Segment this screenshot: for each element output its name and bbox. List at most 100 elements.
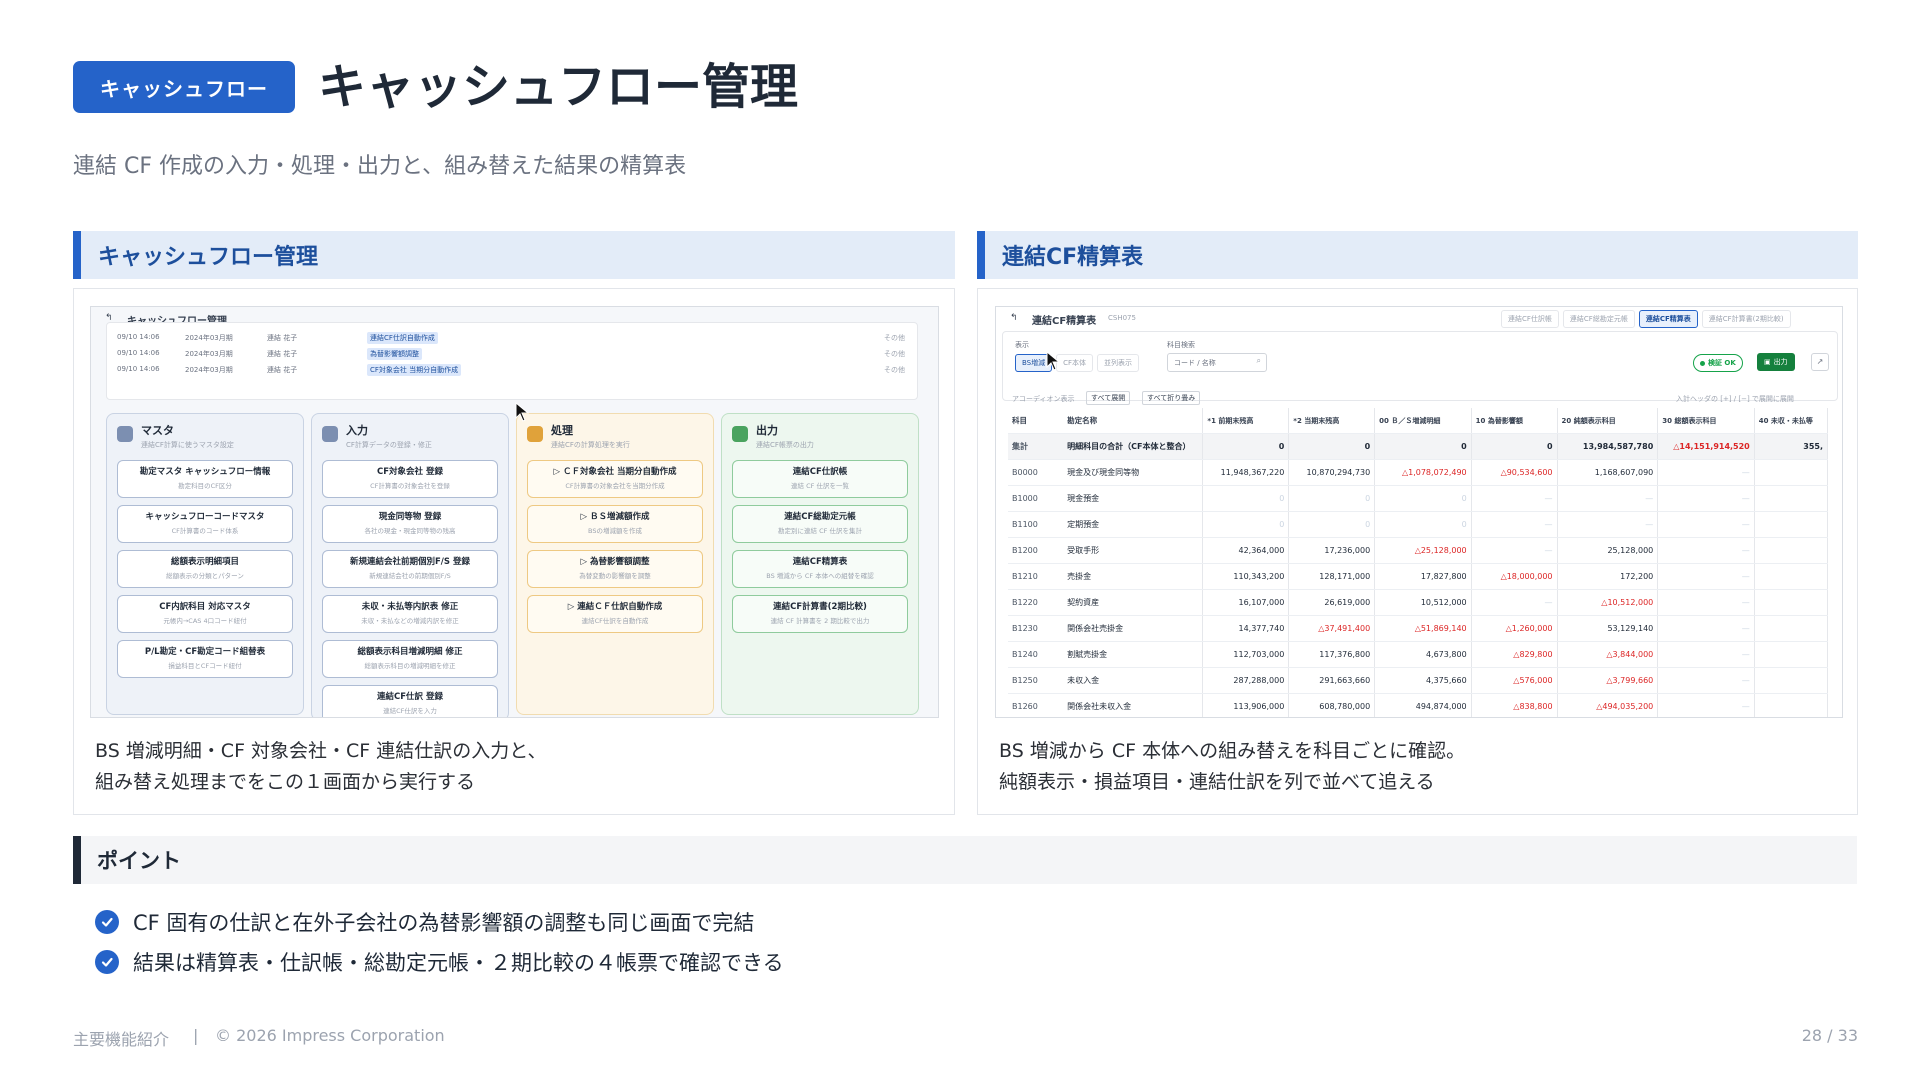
- amount-cell: —: [1657, 667, 1755, 694]
- menu-button[interactable]: ▷ 為替影響額調整 為替変動の影響額を調整: [527, 550, 703, 588]
- amount-cell: [1754, 693, 1829, 717]
- account-name: 明細科目の合計（CF本体と整合）: [1063, 433, 1204, 460]
- menu-button[interactable]: 総額表示明細項目 総額表示の分類とパターン: [117, 550, 293, 588]
- expand-all-button[interactable]: すべて展開: [1086, 391, 1131, 405]
- display-option[interactable]: CF本体: [1056, 354, 1094, 372]
- amount-cell: 16,107,000: [1202, 589, 1290, 616]
- table-row: B1260 関係会社未収入金 113,906,000 608,780,000 494,8…: [1008, 693, 1829, 717]
- amount-cell: △18,000,000: [1471, 563, 1558, 590]
- right-section-heading: 連結CF精算表: [977, 231, 1858, 279]
- menu-button[interactable]: ▷ 連結ＣＦ仕訳自動作成 連結CF仕訳を自動作成: [527, 595, 703, 633]
- menu-button[interactable]: P/L勘定・CF勘定コード組替表 損益科目とCFコード紐付: [117, 640, 293, 678]
- column-header: 30 総額表示科目: [1657, 408, 1755, 434]
- log-cell: 2024年03月期: [185, 334, 233, 342]
- menu-button-sub: 各社の現金・現金同等物の残高: [364, 527, 456, 535]
- section-badge: キャッシュフロー: [73, 61, 295, 113]
- account-code: B1000: [1008, 485, 1064, 512]
- log-action-tag: 連結CF仕訳自動作成: [367, 332, 438, 344]
- amount-cell: △14,151,914,520: [1657, 433, 1755, 460]
- amount-cell: —: [1657, 537, 1755, 564]
- panel-column-2: 入力 CF計算データの登録・修正 CF対象会社 登録 CF計算書の対象会社を登録 現金同…: [311, 413, 509, 717]
- menu-button[interactable]: 未収・未払等内訳表 修正 未収・未払などの増減内訳を修正: [322, 595, 498, 633]
- account-code: B1100: [1008, 511, 1064, 538]
- cf-worksheet-screenshot: ↰ 連結CF精算表 CSH075 連結CF仕訳帳 連結CF総勘定元帳 連結CF精算表…: [995, 306, 1843, 718]
- export-button[interactable]: ▣ 出力: [1757, 353, 1795, 371]
- menu-button-label: ▷ ＢＳ増減額作成: [580, 512, 650, 522]
- menu-button-label: ▷ ＣＦ対象会社 当期分自動作成: [553, 467, 677, 477]
- amount-cell: 355,: [1754, 433, 1829, 460]
- amount-cell: —: [1471, 485, 1558, 512]
- amount-cell: 0: [1374, 485, 1472, 512]
- tab-4[interactable]: 連結CF計算書(2期比較): [1701, 310, 1791, 328]
- amount-cell: 0: [1471, 433, 1558, 460]
- column-header: 10 為替影響額: [1471, 408, 1558, 434]
- account-code: B1230: [1008, 615, 1064, 642]
- tab-3[interactable]: 連結CF精算表: [1638, 310, 1698, 328]
- table-row: B1100 定期預金 0 0 0— — —: [1008, 511, 1829, 538]
- menu-button[interactable]: 勘定マスタ キャッシュフロー情報 勘定科目のCF区分: [117, 460, 293, 498]
- search-icon: ⌕: [1256, 356, 1261, 365]
- account-name: 未収入金: [1063, 667, 1204, 694]
- menu-button[interactable]: 連結CF総勘定元帳 勘定別に連結 CF 仕訳を集計: [732, 505, 908, 543]
- amount-cell: △494,035,200: [1557, 693, 1659, 717]
- menu-button[interactable]: 現金同等物 登録 各社の現金・現金同等物の残高: [322, 505, 498, 543]
- amount-cell: —: [1657, 693, 1755, 717]
- menu-button[interactable]: CF対象会社 登録 CF計算書の対象会社を登録: [322, 460, 498, 498]
- column-subtitle: 連結CF計算に使うマスタ設定: [141, 441, 234, 449]
- tab-2[interactable]: 連結CF総勘定元帳: [1562, 310, 1635, 328]
- account-name: 割賦売掛金: [1063, 641, 1204, 668]
- menu-button[interactable]: ▷ ＣＦ対象会社 当期分自動作成 CF計算書の対象会社を当期分作成: [527, 460, 703, 498]
- amount-cell: △576,000: [1471, 667, 1558, 694]
- page-title: キャッシュフロー管理: [318, 59, 799, 115]
- column-icon: [322, 426, 338, 442]
- menu-button-label: ▷ 為替影響額調整: [580, 557, 650, 567]
- menu-button-sub: BS 増減から CF 本体への組替を確認: [766, 572, 874, 580]
- column-icon: [117, 426, 133, 442]
- menu-button[interactable]: 連結CF精算表 BS 増減から CF 本体への組替を確認: [732, 550, 908, 588]
- account-name: 現金及び現金同等物: [1063, 459, 1204, 486]
- screenshot-title: 連結CF精算表: [1032, 316, 1097, 327]
- amount-cell: 291,663,660: [1288, 667, 1376, 694]
- menu-button[interactable]: 連結CF仕訳 登録 連結CF仕訳を入力: [322, 685, 498, 717]
- log-cell: 09/10 14:06: [117, 333, 160, 341]
- table-row: B1250 未収入金 287,288,000 291,663,660 4,375,660…: [1008, 667, 1829, 694]
- menu-button[interactable]: 連結CF仕訳帳 連結 CF 仕訳を一覧: [732, 460, 908, 498]
- amount-cell: —: [1657, 485, 1755, 512]
- log-cell: 09/10 14:06: [117, 349, 160, 357]
- log-more[interactable]: その他: [884, 349, 905, 359]
- log-more[interactable]: その他: [884, 333, 905, 343]
- menu-button[interactable]: キャッシュフローコードマスタ CF計算書のコード体系: [117, 505, 293, 543]
- menu-button[interactable]: 新規連結会社前期個別F/S 登録 新規連結会社の前期個別F/S: [322, 550, 498, 588]
- amount-cell: —: [1471, 537, 1558, 564]
- screen-id: CSH075: [1108, 314, 1136, 322]
- back-icon: ↰: [1010, 313, 1018, 323]
- menu-button-label: CF対象会社 登録: [376, 467, 443, 477]
- log-more[interactable]: その他: [884, 365, 905, 375]
- menu-button[interactable]: 連結CF計算書(2期比較) 連結 CF 計算書を 2 期比較で出力: [732, 595, 908, 633]
- menu-button-label: キャッシュフローコードマスタ: [145, 512, 265, 522]
- display-option[interactable]: 並列表示: [1097, 354, 1140, 372]
- log-cell: 2024年03月期: [185, 350, 233, 358]
- cursor-icon: [515, 401, 530, 426]
- column-title-wrap: 入力 CF計算データの登録・修正: [346, 422, 432, 450]
- accordion-label: アコーディオン表示: [1012, 395, 1075, 403]
- column-subtitle: 連結CF帳票の出力: [756, 441, 814, 449]
- collapse-all-button[interactable]: すべて折り畳み: [1142, 391, 1201, 405]
- tab-1[interactable]: 連結CF仕訳帳: [1501, 310, 1559, 328]
- amount-cell: —: [1657, 459, 1755, 486]
- account-code: B1240: [1008, 641, 1064, 668]
- column-header: マスタ 連結CF計算に使うマスタ設定: [117, 422, 234, 450]
- amount-cell: 11,948,367,220: [1202, 459, 1290, 486]
- operation-log: 09/10 14:06 2024年03月期 連結 花子 連結CF仕訳自動作成 その他 09…: [106, 322, 918, 400]
- open-external-icon[interactable]: ↗: [1811, 353, 1829, 371]
- amount-cell: —: [1657, 615, 1755, 642]
- menu-button[interactable]: CF内訳科目 対応マスタ 元帳内→CAS 4口コード紐付: [117, 595, 293, 633]
- search-input[interactable]: コード / 名称 ⌕: [1167, 353, 1267, 372]
- menu-button[interactable]: ▷ ＢＳ増減額作成 BSの増減額を作成: [527, 505, 703, 543]
- menu-button[interactable]: 総額表示科目増減明細 修正 総額表示科目の増減明細を修正: [322, 640, 498, 678]
- account-name: 関係会社未収入金: [1063, 693, 1204, 717]
- amount-cell: 0: [1202, 511, 1290, 538]
- account-name: 売掛金: [1063, 563, 1204, 590]
- amount-cell: △25,128,000: [1374, 537, 1472, 564]
- right-caption-line1: BS 増減から CF 本体への組み替えを科目ごとに確認。: [999, 740, 1466, 762]
